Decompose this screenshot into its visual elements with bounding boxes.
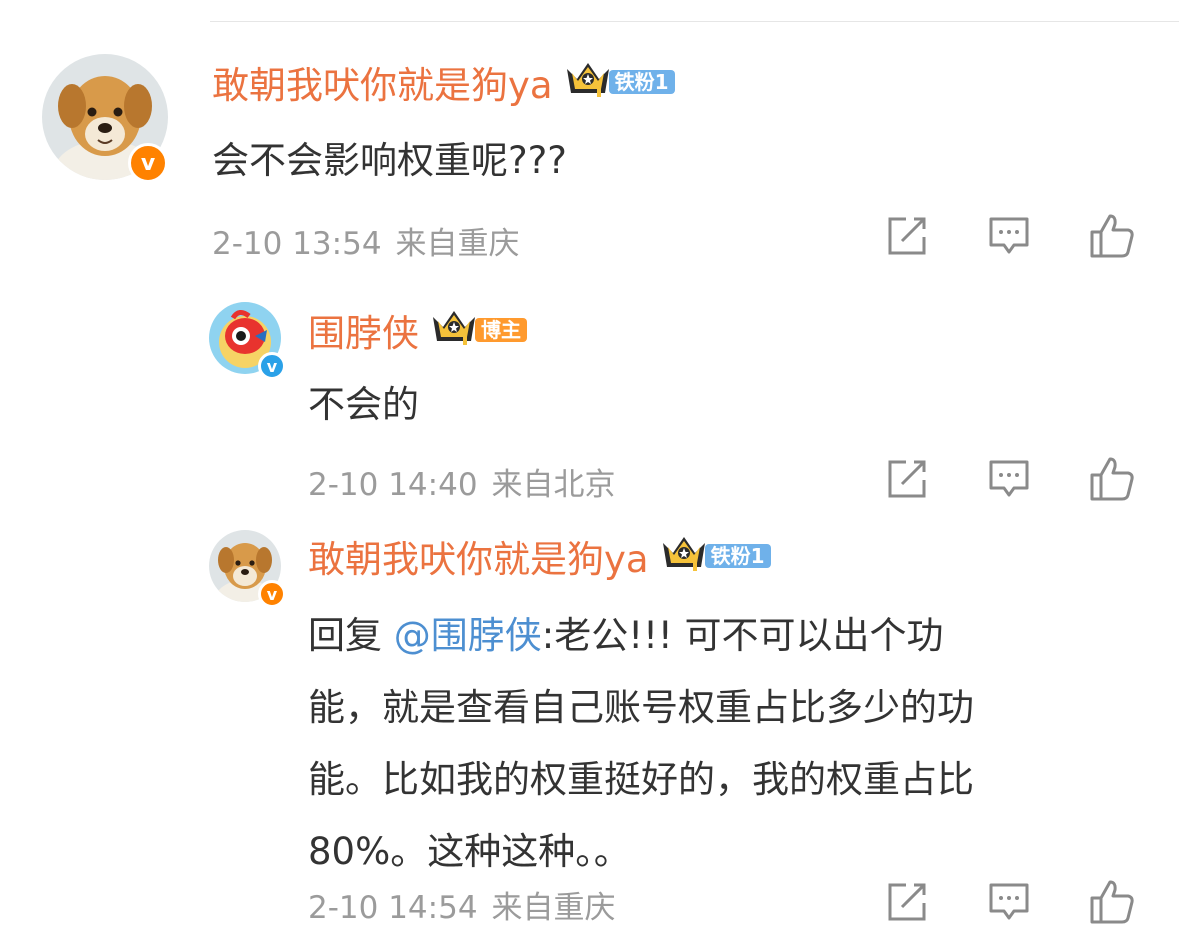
location: 来自重庆	[395, 226, 520, 262]
timestamp: 2-10 14:54	[308, 890, 478, 926]
comment-actions	[884, 455, 1136, 503]
like-button[interactable]	[1088, 455, 1136, 503]
location: 来自北京	[491, 467, 616, 503]
like-icon	[1090, 214, 1134, 258]
like-button[interactable]	[1088, 878, 1136, 926]
share-button[interactable]	[884, 456, 930, 502]
verified-badge-icon: v	[258, 580, 286, 608]
comment-text: 回复 @围脖侠:老公!!! 可不可以出个功 能，就是查看自己账号权重占比多少的功…	[308, 600, 1138, 888]
like-button[interactable]	[1088, 212, 1136, 260]
avatar[interactable]: v	[42, 54, 168, 183]
avatar[interactable]: v	[209, 302, 286, 380]
comment-icon	[989, 217, 1029, 254]
comment-meta: 2-10 13:54 来自重庆	[212, 218, 520, 263]
username[interactable]: 敢朝我吠你就是狗ya 铁粉1	[212, 55, 675, 109]
comment-button[interactable]	[986, 879, 1032, 925]
share-button[interactable]	[884, 213, 930, 259]
comment-text: 会不会影响权重呢???	[212, 139, 567, 182]
comment-meta: 2-10 14:54 来自重庆	[308, 882, 616, 927]
timestamp: 2-10 14:40	[308, 467, 478, 503]
comment-line-text: :老公!!! 可不可以出个功	[541, 614, 944, 657]
like-icon	[1090, 880, 1134, 924]
crown-icon	[563, 57, 613, 108]
share-icon	[888, 217, 926, 255]
username-text[interactable]: 敢朝我吠你就是狗ya	[308, 529, 649, 583]
crown-icon	[659, 531, 709, 582]
comment-actions	[884, 878, 1136, 926]
share-button[interactable]	[884, 879, 930, 925]
comment-button[interactable]	[986, 456, 1032, 502]
comment-line: 能。比如我的权重挺好的，我的权重占比	[308, 758, 974, 801]
reply-prefix: 回复	[308, 614, 394, 657]
comment-button[interactable]	[986, 213, 1032, 259]
location: 来自重庆	[491, 890, 616, 926]
crown-icon	[429, 305, 479, 356]
host-tag: 博主	[475, 318, 527, 342]
username-text[interactable]: 围脖侠	[308, 303, 419, 357]
username[interactable]: 敢朝我吠你就是狗ya 铁粉1	[308, 529, 771, 583]
fan-level-tag: 铁粉1	[704, 544, 771, 568]
top-divider	[210, 21, 1179, 22]
like-icon	[1090, 457, 1134, 501]
comment-meta: 2-10 14:40 来自北京	[308, 459, 616, 504]
comment-icon	[989, 460, 1029, 497]
verified-badge-icon: v	[128, 143, 168, 183]
comment-text: 不会的	[308, 383, 419, 426]
timestamp: 2-10 13:54	[212, 226, 382, 262]
comment-actions	[884, 212, 1136, 260]
avatar[interactable]: v	[209, 530, 286, 608]
username[interactable]: 围脖侠 博主	[308, 303, 527, 357]
comment-line: 能，就是查看自己账号权重占比多少的功	[308, 686, 974, 729]
share-icon	[888, 460, 926, 498]
comment-line: 回复 @围脖侠:老公!!! 可不可以出个功	[308, 600, 1138, 672]
verified-badge-icon: v	[258, 352, 286, 380]
share-icon	[888, 883, 926, 921]
fan-level-tag: 铁粉1	[608, 70, 675, 94]
username-text[interactable]: 敢朝我吠你就是狗ya	[212, 55, 553, 109]
comment-icon	[989, 883, 1029, 920]
mention-link[interactable]: @围脖侠	[394, 614, 542, 657]
